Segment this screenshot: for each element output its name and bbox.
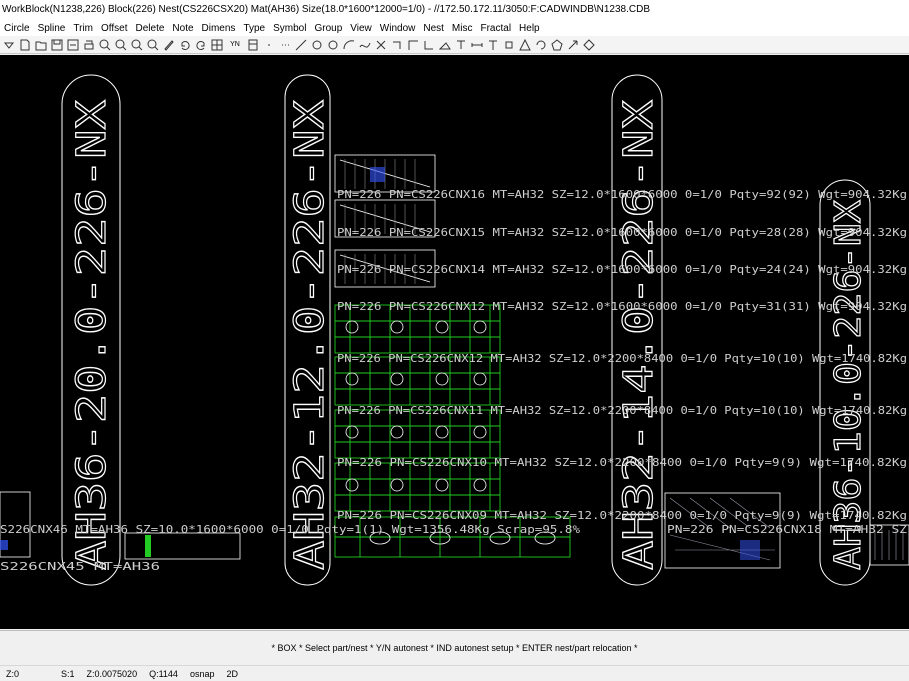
arc-icon[interactable] (342, 38, 356, 52)
nest-row-6: PN=226 PN=CS226CNX11 MT=AH32 SZ=12.0*220… (337, 404, 907, 417)
vertical-label-3: AH32-14.0-226-NX (616, 100, 662, 570)
trim-icon[interactable] (374, 38, 388, 52)
nest-row-7: PN=226 PN=CS226CNX10 MT=AH32 SZ=12.0*220… (337, 456, 907, 469)
menu-help[interactable]: Help (515, 23, 544, 34)
redo-icon[interactable] (194, 38, 208, 52)
menu-bar: Circle Spline Trim Offset Delete Note Dimens Ty… (0, 20, 909, 36)
menu-trim[interactable]: Trim (69, 23, 97, 34)
perpendicular-icon[interactable] (406, 38, 420, 52)
command-line[interactable]: * BOX * Select part/nest * Y/N autonest … (0, 630, 909, 664)
drawing-canvas[interactable]: AH36-20.0-226-NX AH32-12.0-226-NX AH32-1… (0, 55, 909, 629)
rotate-icon[interactable] (534, 38, 548, 52)
menu-offset[interactable]: Offset (97, 23, 132, 34)
right-row-1: PN=226 PN=CS226CNX18 MT=AH32 SZ (667, 523, 907, 536)
yn-icon[interactable]: YN (226, 38, 244, 52)
undo-icon[interactable] (178, 38, 192, 52)
status-bar: Z:0 S:1 Z:0.0075020 Q:1144 osnap 2D (0, 665, 909, 681)
menu-spline[interactable]: Spline (34, 23, 70, 34)
fill-icon[interactable] (438, 38, 452, 52)
print-icon[interactable] (82, 38, 96, 52)
nest-row-1: PN=226 PN=CS226CNX16 MT=AH32 SZ=12.0*160… (337, 188, 907, 201)
toolbar: YN (0, 36, 909, 54)
menu-dimens[interactable]: Dimens (198, 23, 240, 34)
nest-row-8: PN=226 PN=CS226CNX09 MT=AH32 SZ=12.0*220… (337, 509, 907, 522)
save-all-icon[interactable] (66, 38, 80, 52)
command-prompt: * BOX * Select part/nest * Y/N autonest … (271, 643, 638, 653)
window-title: WorkBlock(N1238,226) Block(226) Nest(CS2… (0, 0, 909, 20)
layer-icon[interactable] (246, 38, 260, 52)
vertical-label-1: AH36-20.0-226-NX (69, 100, 115, 570)
circle-outline-icon[interactable] (326, 38, 340, 52)
save-icon[interactable] (50, 38, 64, 52)
vertical-label-2: AH32-12.0-226-NX (287, 100, 333, 570)
status-scale: S:1 (61, 668, 75, 679)
nesting-drawing: AH36-20.0-226-NX AH32-12.0-226-NX AH32-1… (0, 74, 909, 586)
line-icon[interactable] (294, 38, 308, 52)
note-icon[interactable] (454, 38, 468, 52)
menu-view[interactable]: View (346, 23, 376, 34)
arrow-icon[interactable] (566, 38, 580, 52)
menu-misc[interactable]: Misc (448, 23, 477, 34)
spline-icon[interactable] (358, 38, 372, 52)
symbol-icon[interactable] (502, 38, 516, 52)
nest-row-5: PN=226 PN=CS226CNX12 MT=AH32 SZ=12.0*220… (337, 352, 907, 365)
zoom-window-icon[interactable] (130, 38, 144, 52)
menu-window[interactable]: Window (376, 23, 420, 34)
menu-circle[interactable]: Circle (0, 23, 34, 34)
nest-row-2: PN=226 PN=CS226CNX15 MT=AH32 SZ=12.0*160… (337, 226, 907, 239)
dots-icon[interactable] (278, 38, 292, 52)
status-count: Q:1144 (149, 668, 178, 679)
osnap-toggle[interactable]: osnap (184, 669, 221, 679)
nest-row-4: PN=226 PN=CS226CNX12 MT=AH32 SZ=12.0*160… (337, 300, 907, 313)
dimension-icon[interactable] (470, 38, 484, 52)
new-file-icon[interactable] (18, 38, 32, 52)
menu-delete[interactable]: Delete (132, 23, 169, 34)
corner-icon[interactable] (422, 38, 436, 52)
diamond-icon[interactable] (582, 38, 596, 52)
dot-icon[interactable] (262, 38, 276, 52)
dropdown-icon[interactable] (2, 38, 16, 52)
polygon-icon[interactable] (550, 38, 564, 52)
zoom-in-icon[interactable] (98, 38, 112, 52)
text-icon[interactable] (486, 38, 500, 52)
mode-toggle[interactable]: 2D (220, 669, 244, 679)
menu-group[interactable]: Group (310, 23, 346, 34)
left-row-1: S226CNX46 MT=AH36 SZ=10.0*1600*6000 0=1/… (0, 523, 580, 536)
circle-icon[interactable] (310, 38, 324, 52)
menu-fractal[interactable]: Fractal (476, 23, 515, 34)
left-row-2: S226CNX45 MT=AH36 (0, 560, 160, 573)
pencil-icon[interactable] (162, 38, 176, 52)
nest-row-3: PN=226 PN=CS226CNX14 MT=AH32 SZ=12.0*160… (337, 263, 907, 276)
grid-icon[interactable] (210, 38, 224, 52)
menu-nest[interactable]: Nest (419, 23, 448, 34)
open-folder-icon[interactable] (34, 38, 48, 52)
offset-icon[interactable] (390, 38, 404, 52)
menu-note[interactable]: Note (168, 23, 197, 34)
menu-symbol[interactable]: Symbol (269, 23, 310, 34)
status-coord: Z:0 (6, 668, 20, 679)
zoom-out-icon[interactable] (114, 38, 128, 52)
triangle-icon[interactable] (518, 38, 532, 52)
menu-type[interactable]: Type (239, 23, 269, 34)
status-zoom: Z:0.0075020 (86, 668, 138, 679)
zoom-previous-icon[interactable] (146, 38, 160, 52)
